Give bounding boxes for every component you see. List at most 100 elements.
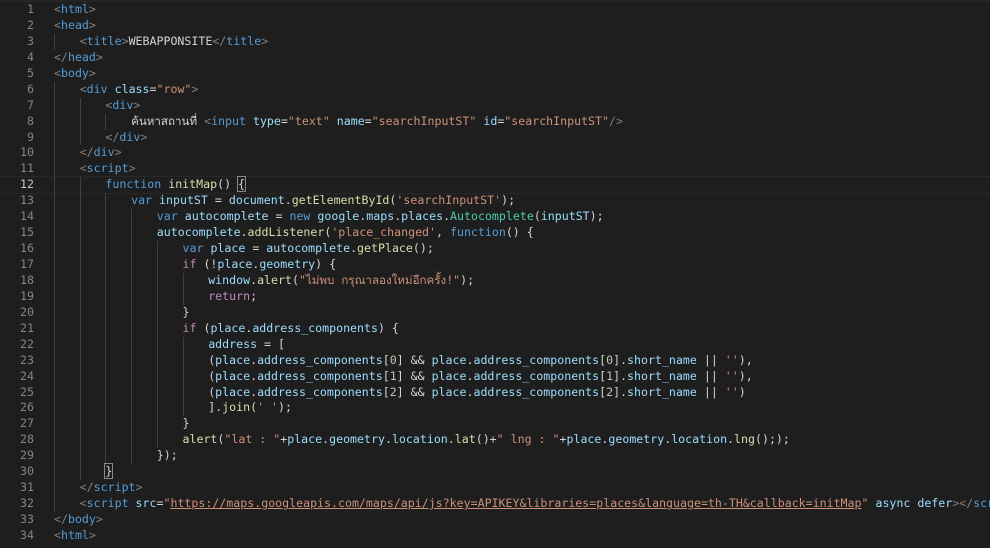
code-line[interactable]: 1 <html> <box>0 2 990 18</box>
code-token: } <box>182 304 190 319</box>
code-line[interactable]: 19 return; <box>0 288 990 305</box>
code-area[interactable]: 1 <html> 2 <head> 3 <title>WEBAPPONSITE</titl… <box>0 2 990 544</box>
line-number: 12 <box>20 177 34 192</box>
code-line[interactable]: 30} <box>0 463 990 481</box>
code-line[interactable]: 10 </div> <box>0 145 990 162</box>
code-token: [ <box>382 352 390 367</box>
code-line[interactable]: 21 if (place.address_components) { <box>0 320 990 337</box>
code-line[interactable]: 7 <div> <box>0 97 990 114</box>
code-line[interactable]: 5 <body> <box>0 66 990 82</box>
code-token: > <box>95 49 103 64</box>
code-token: > <box>128 161 136 176</box>
code-token: place <box>215 384 251 399</box>
code-token: "lat : " <box>224 432 281 447</box>
line-number: 7 <box>27 97 34 112</box>
line-number: 26 <box>20 400 34 415</box>
code-line[interactable]: 29}); <box>0 448 990 465</box>
indent-guide <box>156 400 158 417</box>
code-token: . <box>727 432 735 447</box>
code-line[interactable]: 12 function initMap() { <box>0 176 990 195</box>
indent-guide <box>131 225 133 242</box>
code-line[interactable]: 33 </body> <box>0 512 990 528</box>
code-token: . <box>384 432 392 447</box>
code-token: ]. <box>613 352 628 367</box>
code-line[interactable]: 23 (place.address_components[0] && place.… <box>0 352 990 369</box>
indent-guide <box>105 193 107 210</box>
code-line[interactable]: 6 <div class="row"> <box>0 81 990 98</box>
indent-guide <box>79 193 81 210</box>
code-line[interactable]: 27} <box>0 416 990 433</box>
indent-guide <box>54 225 55 242</box>
code-token: var <box>131 193 153 208</box>
code-line[interactable]: 11 <script> <box>0 161 990 178</box>
indent-guide <box>105 257 107 273</box>
code-token: address_components <box>252 320 378 335</box>
code-token: > <box>133 97 141 112</box>
indent-guide <box>156 257 158 273</box>
code-token: 0 <box>389 352 397 367</box>
indent-guide <box>54 193 55 210</box>
code-token: return <box>208 288 251 303</box>
line-content: <head> <box>54 18 96 34</box>
indent-guide <box>79 288 81 305</box>
code-editor[interactable]: 1 <html> 2 <head> 3 <title>WEBAPPONSITE</titl… <box>0 0 990 548</box>
code-token: ), <box>738 352 753 367</box>
indent-guide <box>54 113 55 130</box>
line-number: 33 <box>20 512 34 526</box>
code-line[interactable]: 8 ค้นหาสถานที่ <input type="text" name="s… <box>0 113 990 130</box>
code-line[interactable]: 24 (place.address_components[1] && place.… <box>0 368 990 385</box>
indent-guide <box>79 416 81 433</box>
indent-guide <box>54 432 55 449</box>
code-line[interactable]: 31 </script> <box>0 480 990 497</box>
code-token: } <box>104 463 114 480</box>
code-line[interactable]: 17 if (!place.geometry) { <box>0 257 990 273</box>
line-number: 23 <box>20 352 34 367</box>
indent-guide <box>54 145 55 162</box>
code-token: [ <box>382 384 390 399</box>
line-number: 3 <box>27 33 34 48</box>
code-line[interactable]: 20} <box>0 304 990 321</box>
code-line[interactable]: 3 <title>WEBAPPONSITE</title> <box>0 33 990 50</box>
code-token: (); <box>412 241 434 256</box>
code-token: geometry <box>259 257 316 271</box>
code-line[interactable]: 4 </head> <box>0 50 990 66</box>
code-token: places <box>401 209 444 224</box>
indent-guide <box>79 464 81 481</box>
code-line[interactable]: 22 address = [ <box>0 336 990 353</box>
code-token: div <box>119 129 141 144</box>
code-line[interactable]: 13 var inputST = document.getElementById(… <box>0 193 990 210</box>
code-line[interactable]: 28 alert("lat : "+place.geometry.location… <box>0 432 990 449</box>
line-number: 5 <box>27 65 34 80</box>
code-line[interactable]: 14 var autocomplete = new google.maps.pla… <box>0 209 990 226</box>
code-line[interactable]: 18 window.alert("ไม่พบ กรุณาลองใหม่อีกครั… <box>0 272 990 289</box>
code-token: ) <box>738 384 746 399</box>
code-line[interactable]: 25 (place.address_components[2] && place.… <box>0 384 990 401</box>
code-token: initMap <box>168 177 218 192</box>
code-token: lng <box>734 432 755 447</box>
code-token: html <box>60 527 89 542</box>
code-token: ] && <box>396 384 432 399</box>
code-line[interactable]: 32 <script src="https://maps.googleapis.c… <box>0 496 990 512</box>
code-line[interactable]: 15 autocomplete.addListener('place_change… <box>0 225 990 242</box>
code-token: title <box>86 33 122 48</box>
code-token: "searchInputST" <box>371 113 477 128</box>
line-number: 19 <box>20 288 34 303</box>
code-token: place <box>215 352 251 367</box>
indent-guide <box>54 257 55 273</box>
indent-guide <box>105 432 107 449</box>
code-token: https://maps.googleapis.com/maps/api/js?… <box>170 496 862 511</box>
code-line[interactable]: 16 var place = autocomplete.getPlace(); <box>0 241 990 257</box>
code-token: place <box>210 241 246 256</box>
code-token: "searchInputST" <box>504 113 609 128</box>
code-line[interactable]: 26].join(' '); <box>0 400 990 417</box>
code-token: ] && <box>396 368 432 383</box>
code-line[interactable]: 9 </div> <box>0 129 990 146</box>
line-content: <html> <box>54 528 96 544</box>
indent-guide <box>105 368 107 385</box>
code-line[interactable]: 34 <html> <box>0 528 990 544</box>
code-token: new <box>289 209 311 224</box>
code-line[interactable]: 2 <head> <box>0 18 990 34</box>
code-token: 1 <box>389 368 397 383</box>
